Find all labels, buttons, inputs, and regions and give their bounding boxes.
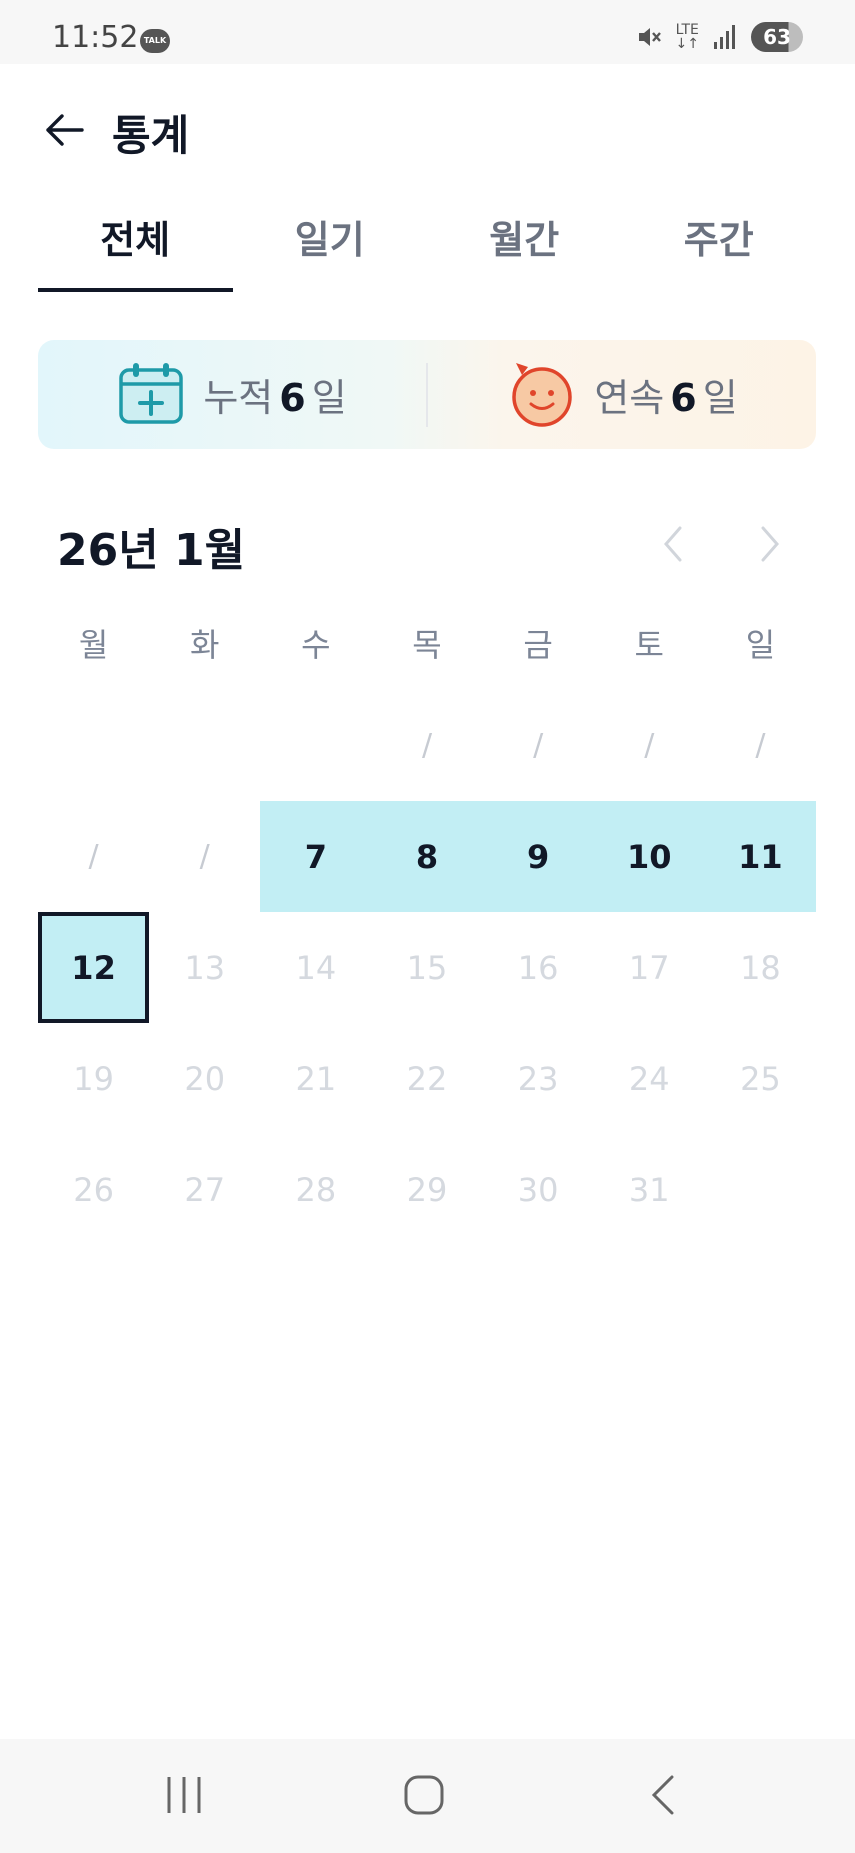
status-time: 11:52 (52, 20, 139, 55)
calendar-day-empty: / (199, 839, 210, 874)
calendar-day: 26 (73, 1170, 114, 1209)
calendar-day (38, 690, 149, 801)
calendar-day-today[interactable]: 12 (38, 912, 150, 1023)
consecutive-days-text: 연속 6 일 (594, 367, 737, 422)
consecutive-unit: 일 (702, 376, 738, 420)
calendar-day-empty: / (755, 728, 766, 763)
calendar-day-completed[interactable]: 8 (371, 801, 483, 912)
calendar-day: 13 (184, 948, 226, 987)
weekday-sat: 토 (634, 626, 664, 664)
calendar-day: 22 (406, 1059, 448, 1098)
total-value: 6 (279, 376, 306, 420)
home-icon[interactable] (402, 1773, 446, 1821)
signal-icon (713, 24, 737, 50)
calendar-day-completed[interactable]: 10 (593, 801, 705, 912)
calendar-day-completed[interactable]: 11 (704, 801, 816, 912)
consecutive-value: 6 (670, 376, 697, 420)
calendar-day: 19 (73, 1059, 114, 1098)
status-bar: 11:52 TALK LTE ↓↑ 63 (0, 0, 855, 64)
total-label: 누적 (203, 376, 274, 420)
calendar-day-empty: / (421, 728, 433, 763)
calendar-day (149, 690, 260, 801)
calendar-day-completed[interactable]: 9 (482, 801, 594, 912)
weekday-tue: 화 (189, 626, 220, 664)
lte-icon: LTE ↓↑ (675, 22, 699, 52)
total-days-text: 누적 6 일 (203, 367, 346, 422)
tab-all[interactable]: 전체 (38, 210, 233, 292)
calendar-day: 24 (628, 1059, 670, 1098)
calendar-day: 18 (740, 948, 781, 987)
weekday-mon: 월 (78, 626, 109, 664)
calendar-day: 25 (740, 1059, 781, 1098)
battery-icon: 63 (751, 22, 803, 52)
tab-bar: 전체 일기 월간 주간 (38, 210, 816, 292)
back-arrow-icon[interactable] (42, 108, 86, 156)
calendar-day-completed[interactable]: 7 (260, 801, 372, 912)
total-unit: 일 (311, 376, 347, 420)
weekday-header: 월 화 수 목 금 토 일 (38, 615, 816, 675)
weekday-sun: 일 (745, 626, 776, 664)
recent-apps-icon[interactable] (164, 1773, 204, 1821)
tab-monthly[interactable]: 월간 (427, 210, 622, 292)
kakaotalk-icon: TALK (140, 29, 170, 53)
month-title: 26년 1월 (57, 525, 246, 576)
calendar-day: 31 (628, 1170, 670, 1209)
back-nav-icon[interactable] (648, 1773, 678, 1821)
page-title: 통계 (112, 111, 190, 160)
calendar-day: 28 (295, 1170, 337, 1209)
calendar-day: 14 (295, 948, 337, 987)
calendar-day: 15 (406, 948, 448, 987)
network-type: LTE (675, 22, 699, 38)
weekday-wed: 수 (301, 626, 331, 664)
calendar-day: 20 (184, 1059, 226, 1098)
calendar-day-empty: / (533, 728, 544, 763)
streak-summary-card: 누적 6 일 연속 6 일 (38, 340, 816, 449)
mute-icon (636, 24, 662, 50)
chevron-left-icon[interactable] (660, 524, 686, 568)
calendar-grid: / / / / / / 7 8 9 10 11 12 13 14 15 16 1… (38, 690, 816, 1245)
calendar-day-empty: / (88, 839, 99, 874)
calendar-day (705, 1134, 816, 1245)
calendar-day: 29 (406, 1170, 448, 1209)
calendar-day-empty: / (644, 728, 655, 763)
status-icons: LTE ↓↑ 63 (636, 22, 803, 52)
consecutive-days-summary: 연속 6 일 (428, 359, 816, 431)
weekday-thu: 목 (412, 626, 442, 664)
calendar-day: 27 (184, 1170, 226, 1209)
calendar-add-icon (117, 360, 185, 430)
tab-diary[interactable]: 일기 (233, 210, 428, 292)
calendar-day: 30 (517, 1170, 559, 1209)
chevron-right-icon[interactable] (757, 524, 783, 568)
weekday-fri: 금 (523, 626, 553, 664)
calendar-day: 17 (628, 948, 670, 987)
consecutive-label: 연속 (594, 376, 665, 420)
tab-weekly[interactable]: 주간 (622, 210, 817, 292)
total-days-summary: 누적 6 일 (38, 360, 426, 430)
system-nav-bar (0, 1739, 855, 1853)
calendar-day: 21 (295, 1059, 337, 1098)
calendar-day: 23 (517, 1059, 559, 1098)
calendar-day: 16 (517, 948, 559, 987)
smiley-face-icon (506, 359, 576, 431)
calendar-day (260, 690, 371, 801)
